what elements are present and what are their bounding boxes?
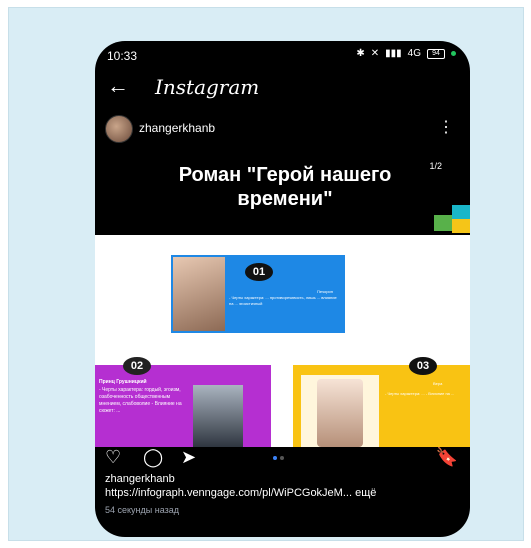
more-options-icon[interactable]: ⋮ [438, 117, 454, 137]
screenshot-frame: 10:33 ✱ ✕ ▮▮▮ 4G 94 ← Instagram zhangerk… [8, 7, 524, 541]
phone-screen: 10:33 ✱ ✕ ▮▮▮ 4G 94 ← Instagram zhangerk… [95, 41, 470, 537]
bluetooth-icon: ✱ [356, 48, 365, 59]
post-title: Роман "Герой нашего времени" [178, 164, 392, 210]
carousel-dots [273, 456, 284, 460]
app-topbar: ← Instagram [95, 69, 470, 105]
like-icon[interactable]: ♡ [105, 447, 121, 468]
status-bar: 10:33 ✱ ✕ ▮▮▮ 4G 94 [95, 41, 470, 67]
carousel-dot [280, 456, 284, 460]
4g-signal-icon: 4G [408, 48, 421, 59]
caption-more[interactable]: ещё [355, 487, 376, 499]
save-icon[interactable]: 🔖 [436, 447, 458, 468]
card-number: 01 [245, 263, 273, 281]
page-indicator: 1/2 [429, 161, 442, 171]
card-number: 02 [123, 357, 151, 375]
card-text: - Черты характера: ... - Влияние на ... [385, 391, 455, 396]
status-time: 10:33 [107, 49, 138, 63]
signal-icon: ▮▮▮ [385, 48, 402, 59]
card-number: 03 [409, 357, 437, 375]
share-icon[interactable]: ➤ [181, 447, 196, 468]
card-text: - Черты характера: ... противоречивость,… [229, 295, 337, 306]
caption-text: https://infograph.venngage.com/pl/WiPCGo… [105, 487, 460, 499]
decor-square-teal [452, 205, 470, 219]
carousel-dot-active [273, 456, 277, 460]
decor-square-green [434, 215, 452, 231]
post-username[interactable]: zhangerkhanb [139, 121, 215, 135]
card-photo [173, 257, 225, 331]
caption-link[interactable]: https://infograph.venngage.com/pl/WiPCGo… [105, 487, 352, 499]
card-label: Печорин [317, 289, 333, 294]
card-02: 02 Принц Грушницкий - Черты характера: г… [95, 357, 271, 447]
battery-icon: 94 [427, 48, 445, 59]
caption-username[interactable]: zhangerkhanb [105, 473, 460, 485]
back-arrow-icon[interactable]: ← [107, 73, 129, 99]
post-actions: ♡ ◯ ➤ 🔖 [95, 445, 470, 473]
4g-label: 4G [407, 48, 421, 59]
status-icons: ✱ ✕ ▮▮▮ 4G 94 [356, 48, 456, 59]
card-03: 03 Вера - Черты характера: ... - Влияние… [293, 357, 470, 447]
post-caption: zhangerkhanb https://infograph.venngage.… [105, 473, 460, 515]
post-image-body: 01 Печорин - Черты характера: ... против… [95, 235, 470, 447]
card-01: 01 Печорин - Черты характера: ... против… [171, 255, 345, 333]
card-label: Принц Грушницкий [99, 379, 147, 385]
notification-dot [451, 51, 456, 56]
battery-label: 94 [432, 49, 440, 57]
post-time: 54 секунды назад [105, 505, 180, 515]
card-photo [193, 385, 243, 447]
mute-icon: ✕ [370, 48, 380, 59]
avatar[interactable] [105, 115, 133, 143]
comment-icon[interactable]: ◯ [143, 447, 163, 468]
post-header: zhangerkhanb ⋮ [95, 111, 470, 145]
decor-square-yellow [452, 219, 470, 233]
post-image[interactable]: Роман "Герой нашего времени" 1/2 01 Печо… [95, 147, 470, 447]
instagram-logo: Instagram [155, 75, 260, 99]
post-image-header: Роман "Герой нашего времени" 1/2 [95, 147, 470, 235]
card-label: Вера [433, 381, 443, 386]
card-photo [317, 379, 363, 447]
card-text: - Черты характера: гордый, эгоизм, озабо… [99, 387, 182, 414]
